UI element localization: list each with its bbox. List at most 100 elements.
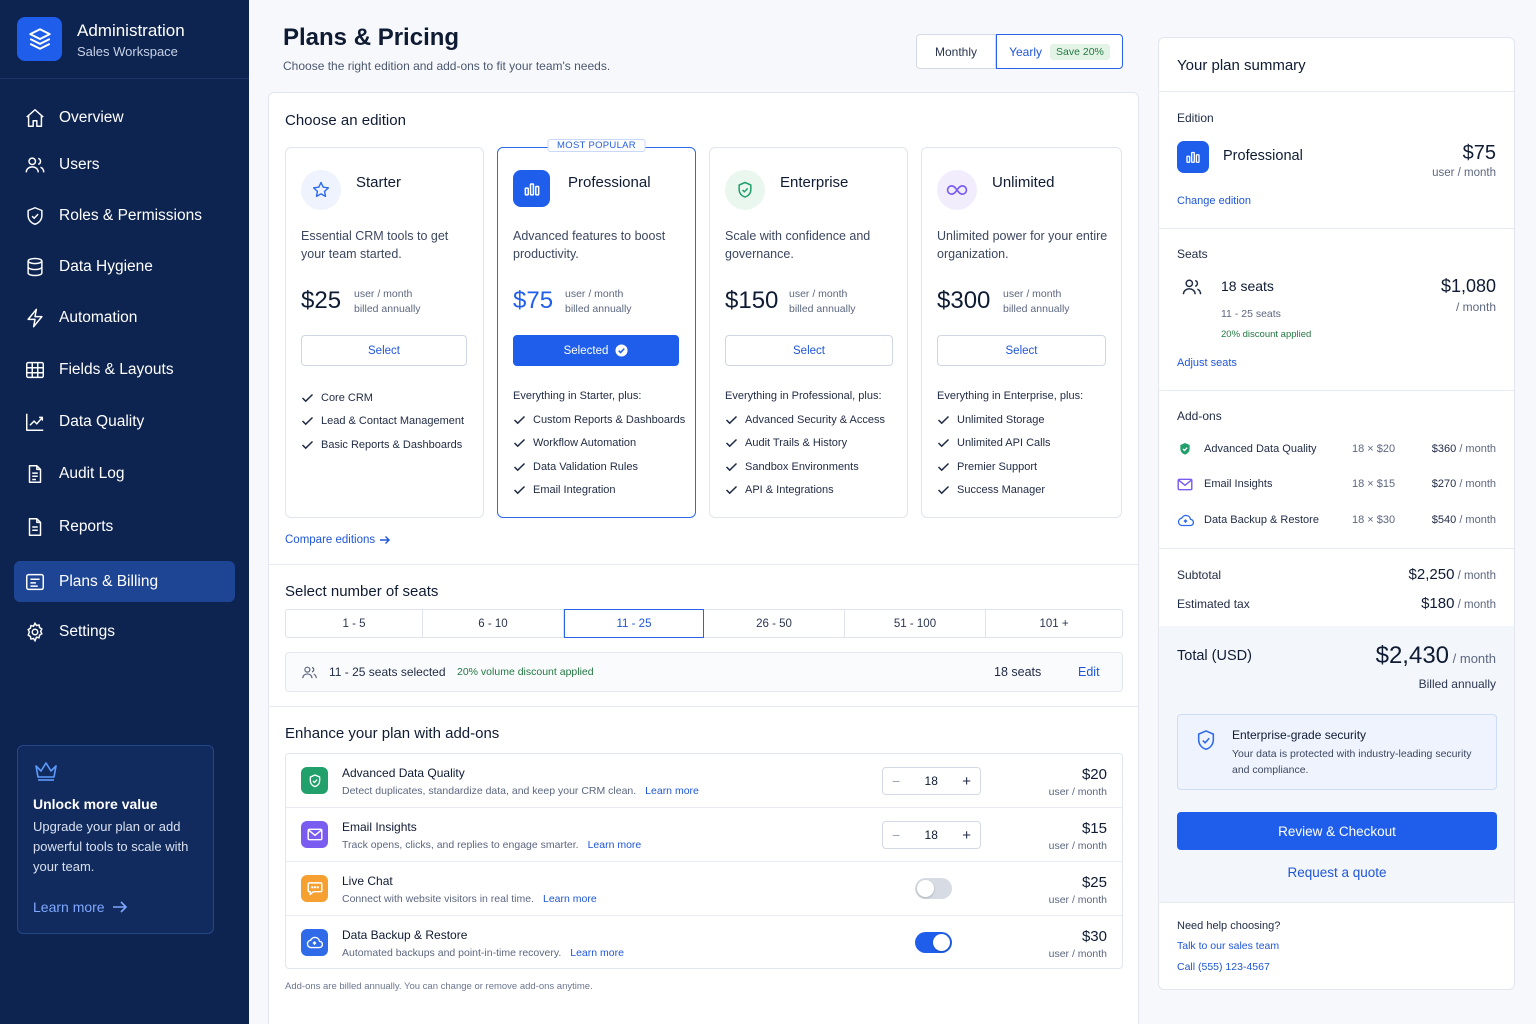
feature-heading: Everything in Enterprise, plus: — [937, 390, 1084, 402]
decrement-button[interactable]: − — [892, 827, 900, 843]
promo-text: Upgrade your plan or add powerful tools … — [33, 819, 189, 874]
check-icon — [937, 462, 950, 472]
seat-tier-51-100[interactable]: 51 - 100 — [845, 610, 986, 637]
edition-price-terms: user / month billed annually — [789, 287, 856, 317]
nav-item-plans-billing[interactable]: Plans & Billing — [14, 561, 235, 602]
save-badge: Save 20% — [1050, 43, 1110, 60]
trend-chart-icon — [24, 411, 46, 433]
select-starter-button[interactable]: Select — [301, 335, 467, 366]
summary-addon-qty: 18 × $20 — [1352, 443, 1396, 455]
decrement-button[interactable]: − — [892, 773, 900, 789]
edition-card-starter[interactable]: Starter Essential CRM tools to get your … — [285, 147, 484, 518]
learn-more-link[interactable]: Learn more — [543, 893, 597, 905]
seat-tier-11-25[interactable]: 11 - 25 — [564, 609, 704, 638]
edition-card-professional[interactable]: MOST POPULAR Professional Advanced featu… — [497, 139, 696, 518]
quantity-value[interactable]: 18 — [925, 774, 938, 788]
live-chat-toggle[interactable] — [915, 878, 952, 899]
summary-title: Your plan summary — [1177, 57, 1306, 74]
addon-amount: $360 — [1431, 443, 1457, 455]
summary-addon-qty: 18 × $15 — [1352, 478, 1396, 490]
increment-button[interactable]: + — [962, 773, 971, 790]
arrow-right-icon — [380, 536, 391, 544]
billing-yearly-option[interactable]: Yearly Save 20% — [996, 34, 1123, 69]
review-checkout-button[interactable]: Review & Checkout — [1177, 812, 1497, 850]
talk-to-sales-link[interactable]: Talk to our sales team — [1177, 940, 1279, 952]
request-quote-link[interactable]: Request a quote — [1177, 865, 1497, 880]
feature-item: Core CRM — [301, 386, 464, 410]
sidebar: Administration Sales Workspace Overview … — [0, 0, 249, 1024]
addon-description: Connect with website visitors in real ti… — [342, 893, 597, 905]
seat-tier-101-plus[interactable]: 101 + — [986, 610, 1122, 637]
price-billing: billed annually — [354, 303, 421, 315]
increment-button[interactable]: + — [962, 827, 971, 844]
feature-label: Core CRM — [321, 391, 373, 404]
feature-label: Email Integration — [533, 484, 616, 497]
learn-more-link[interactable]: Learn more — [570, 947, 624, 959]
summary-edition-unit: user / month — [1432, 167, 1496, 179]
edition-name: Unlimited — [992, 174, 1055, 191]
feature-item: Data Validation Rules — [513, 455, 685, 479]
check-icon — [513, 439, 526, 448]
data-backup-toggle[interactable] — [915, 932, 952, 953]
feature-item: Unlimited Storage — [937, 408, 1051, 432]
check-icon — [937, 486, 950, 495]
nav-item-fields-layouts[interactable]: Fields & Layouts — [14, 350, 235, 390]
nav-item-roles-permissions[interactable]: Roles & Permissions — [14, 196, 235, 236]
addon-unit: / month — [1459, 478, 1496, 490]
addon-name: Live Chat — [342, 874, 393, 888]
nav-item-data-quality[interactable]: Data Quality — [14, 402, 235, 442]
infinity-icon — [937, 170, 977, 210]
edition-price-terms: user / month billed annually — [565, 287, 632, 317]
select-unlimited-button[interactable]: Select — [937, 335, 1106, 366]
adjust-seats-link[interactable]: Adjust seats — [1177, 357, 1237, 369]
feature-label: Advanced Security & Access — [745, 413, 886, 426]
edition-card-unlimited[interactable]: Unlimited Unlimited power for your entir… — [921, 147, 1122, 518]
feature-label: Sandbox Environments — [745, 460, 859, 473]
billing-monthly-option[interactable]: Monthly — [916, 34, 996, 69]
promo-learn-more-link[interactable]: Learn more — [33, 899, 128, 915]
price-billing: billed annually — [789, 303, 856, 315]
edition-card-enterprise[interactable]: Enterprise Scale with confidence and gov… — [709, 147, 908, 518]
feature-list: Unlimited Storage Unlimited API Calls Pr… — [937, 408, 1051, 502]
call-sales-link[interactable]: Call (555) 123-4567 — [1177, 961, 1270, 973]
seat-selection-text: 11 - 25 seats selected — [329, 665, 446, 679]
billing-icon — [24, 571, 46, 593]
check-icon — [725, 439, 738, 448]
addons-billing-note: Add-ons are billed annually. You can cha… — [285, 981, 593, 992]
price-unit: user / month — [354, 288, 413, 300]
learn-more-link[interactable]: Learn more — [588, 839, 642, 851]
cloud-icon — [301, 929, 328, 956]
seat-tier-6-10[interactable]: 6 - 10 — [423, 610, 564, 637]
selected-professional-button[interactable]: Selected — [513, 335, 679, 366]
addon-name: Advanced Data Quality — [342, 766, 465, 780]
nav-label: Automation — [59, 309, 138, 326]
feature-list: Custom Reports & Dashboards Workflow Aut… — [513, 408, 685, 502]
change-edition-link[interactable]: Change edition — [1177, 195, 1251, 207]
nav-item-settings[interactable]: Settings — [14, 612, 235, 652]
nav-item-audit-log[interactable]: Audit Log — [14, 454, 235, 494]
nav-item-automation[interactable]: Automation — [14, 298, 235, 338]
seat-tier-1-5[interactable]: 1 - 5 — [286, 610, 423, 637]
price-billing: billed annually — [565, 303, 632, 315]
select-enterprise-button[interactable]: Select — [725, 335, 893, 366]
workspace-title: Administration — [77, 21, 185, 40]
nav-item-reports[interactable]: Reports — [14, 507, 235, 547]
nav-item-data-hygiene[interactable]: Data Hygiene — [14, 247, 235, 287]
report-icon — [24, 516, 46, 538]
addon-price: $30 — [1081, 928, 1107, 945]
summary-addon-amount: $360 / month — [1432, 443, 1496, 455]
total-label: Total (USD) — [1177, 648, 1252, 664]
learn-more-link[interactable]: Learn more — [645, 785, 699, 797]
compare-editions-link[interactable]: Compare editions — [285, 534, 391, 546]
nav-item-users[interactable]: Users — [14, 145, 235, 185]
addon-description: Detect duplicates, standardize data, and… — [342, 785, 699, 797]
lightning-icon — [24, 307, 46, 329]
feature-label: Data Validation Rules — [533, 460, 638, 473]
seat-tier-26-50[interactable]: 26 - 50 — [704, 610, 845, 637]
feature-label: Workflow Automation — [533, 437, 637, 450]
summary-addon-name: Advanced Data Quality — [1204, 443, 1317, 455]
edit-seats-link[interactable]: Edit — [1078, 665, 1100, 679]
nav-item-overview[interactable]: Overview — [14, 98, 235, 138]
edition-description: Advanced features to boost productivity. — [513, 229, 666, 261]
quantity-value[interactable]: 18 — [925, 828, 938, 842]
